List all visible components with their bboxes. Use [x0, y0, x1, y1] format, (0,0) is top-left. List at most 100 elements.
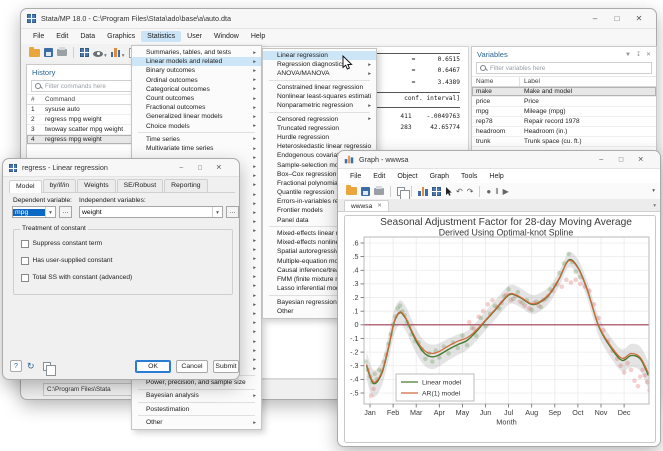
pointer-tool-icon[interactable]	[445, 187, 452, 196]
variable-row[interactable]: rep78Repair record 1978	[472, 117, 656, 127]
menu-item-linear-regression[interactable]: Linear regression	[263, 51, 376, 60]
save-icon[interactable]	[361, 187, 370, 196]
menu-item-fractional-outcomes[interactable]: Fractional outcomes▸	[132, 103, 261, 112]
menu-item-bayesian-analysis[interactable]: Bayesian analysis▸	[132, 391, 261, 400]
menu-item-summaries-tables-and-tests[interactable]: Summaries, tables, and tests▸	[132, 48, 261, 57]
menubar-item-help[interactable]: Help	[483, 171, 509, 182]
tab-overflow-icon[interactable]: ▾	[653, 203, 656, 209]
menu-item-anova-manova[interactable]: ANOVA/MANOVA▸	[263, 69, 376, 78]
maximize-icon[interactable]: □	[191, 164, 210, 172]
tab-weights[interactable]: Weights	[77, 179, 115, 192]
variable-row[interactable]: pricePrice	[472, 97, 656, 107]
menubar-item-graph[interactable]: Graph	[424, 171, 455, 182]
total-ss-checkbox[interactable]: Total SS with constant (advanced)	[21, 274, 132, 282]
menubar-item-data[interactable]: Data	[74, 31, 101, 42]
save-icon[interactable]	[44, 48, 53, 57]
menubar-item-edit[interactable]: Edit	[50, 31, 74, 42]
suppress-constant-checkbox[interactable]: Suppress constant term	[21, 240, 102, 248]
copy-icon[interactable]	[43, 362, 51, 371]
tab-close-icon[interactable]: ✕	[377, 203, 382, 209]
maximize-icon[interactable]: □	[611, 155, 631, 163]
tab-reporting[interactable]: Reporting	[164, 179, 207, 192]
print-icon[interactable]	[57, 49, 67, 56]
graph-bars-icon[interactable]	[418, 187, 428, 196]
minimize-icon[interactable]: –	[584, 14, 606, 23]
minimize-icon[interactable]: –	[172, 164, 191, 172]
menu-item-postestimation[interactable]: Postestimation	[132, 405, 261, 414]
menu-item-constrained-linear-regression[interactable]: Constrained linear regression	[263, 83, 376, 92]
menu-item-multivariate-time-series[interactable]: Multivariate time series▸	[132, 144, 261, 153]
menu-item-categorical-outcomes[interactable]: Categorical outcomes▸	[132, 85, 261, 94]
data-editor-icon[interactable]	[80, 48, 89, 57]
tab-se-robust[interactable]: SE/Robust	[117, 179, 164, 192]
play-icon[interactable]: ▶	[503, 187, 509, 196]
minimize-icon[interactable]: –	[591, 155, 611, 163]
menu-item-nonparametric-regression[interactable]: Nonparametric regression▸	[263, 101, 376, 110]
filter-funnel-icon[interactable]: ▼	[625, 52, 631, 58]
menu-item-censored-regression[interactable]: Censored regression▸	[263, 115, 376, 124]
menubar-item-user[interactable]: User	[181, 31, 208, 42]
cancel-button[interactable]: Cancel	[176, 360, 208, 373]
print-icon[interactable]	[374, 188, 384, 195]
menu-item-binary-outcomes[interactable]: Binary outcomes▸	[132, 66, 261, 75]
variable-row[interactable]: mpgMileage (mpg)	[472, 107, 656, 117]
tab-by-if-in[interactable]: by/if/in	[43, 179, 77, 192]
graph-button[interactable]: ▾	[111, 44, 125, 62]
menu-item-linear-models-and-related[interactable]: Linear models and related▸	[132, 57, 261, 66]
menubar-item-file[interactable]: File	[344, 171, 367, 182]
menu-item-count-outcomes[interactable]: Count outcomes▸	[132, 94, 261, 103]
tab-wwwsa[interactable]: wwwsa ✕	[344, 200, 389, 211]
copy-icon[interactable]	[397, 187, 405, 196]
menubar-item-tools[interactable]: Tools	[455, 171, 483, 182]
panel-close-icon[interactable]: ✕	[646, 51, 651, 58]
maximize-icon[interactable]: □	[606, 14, 628, 23]
close-icon[interactable]: ✕	[628, 14, 650, 23]
independent-variables-picker-button[interactable]: …	[226, 206, 239, 218]
open-icon[interactable]	[29, 49, 40, 57]
record-icon[interactable]: ●	[486, 187, 491, 196]
graph-title-bar[interactable]: Graph - wwwsa – □ ✕	[338, 151, 660, 169]
menu-item-hurdle-regression[interactable]: Hurdle regression	[263, 133, 376, 142]
menu-item-ordinal-outcomes[interactable]: Ordinal outcomes▸	[132, 76, 261, 85]
variable-row[interactable]: makeMake and model	[472, 87, 656, 97]
grid-edit-icon[interactable]	[432, 187, 441, 196]
close-icon[interactable]: ✕	[631, 155, 651, 163]
undo-icon[interactable]: ↶	[456, 187, 463, 196]
menu-item-time-series[interactable]: Time series▸	[132, 135, 261, 144]
open-icon[interactable]	[346, 187, 357, 195]
menu-item-nonlinear-least-squares-estimation[interactable]: Nonlinear least-squares estimation	[263, 92, 376, 101]
pin-icon[interactable]: ↧	[636, 51, 641, 58]
menu-item-regression-diagnostics[interactable]: Regression diagnostics▸	[263, 60, 376, 69]
menubar-item-file[interactable]: File	[27, 31, 50, 42]
menu-item-generalized-linear-models[interactable]: Generalized linear models▸	[132, 112, 261, 121]
help-button[interactable]: ?	[10, 360, 22, 372]
ok-button[interactable]: OK	[135, 360, 171, 373]
main-title-bar[interactable]: Stata/MP 18.0 - C:\Program Files\Stata\a…	[21, 9, 656, 29]
tab-model[interactable]: Model	[9, 180, 42, 193]
menu-item-other[interactable]: Other▸	[132, 418, 261, 427]
pause-icon[interactable]: ‖	[495, 187, 498, 196]
dependent-variable-combobox[interactable]: mpg ▾	[12, 206, 56, 218]
menubar-item-statistics[interactable]: Statistics	[141, 31, 181, 42]
menubar-item-edit[interactable]: Edit	[367, 171, 391, 182]
redo-icon[interactable]: ↷	[467, 187, 474, 196]
menubar-item-window[interactable]: Window	[208, 31, 245, 42]
menu-item-truncated-regression[interactable]: Truncated regression	[263, 124, 376, 133]
toolbar-overflow-icon[interactable]: ▾	[652, 188, 655, 194]
dialog-title-bar[interactable]: regress - Linear regression – □ ✕	[3, 159, 239, 177]
reset-icon[interactable]: ↻	[27, 361, 35, 372]
variables-column-headers[interactable]: Name Label	[472, 76, 656, 87]
variable-row[interactable]: headroomHeadroom (in.)	[472, 127, 656, 137]
data-browse-button[interactable]: ▾	[93, 44, 107, 62]
dependent-variable-picker-button[interactable]: …	[59, 206, 72, 218]
user-supplied-constant-checkbox[interactable]: Has user-supplied constant	[21, 257, 112, 265]
menu-item-choice-models[interactable]: Choice models▸	[132, 122, 261, 131]
menubar-item-help[interactable]: Help	[245, 31, 271, 42]
close-icon[interactable]: ✕	[209, 164, 228, 172]
submit-button[interactable]: Submit	[213, 360, 239, 373]
independent-variables-combobox[interactable]: weight ▾	[79, 206, 223, 218]
menubar-item-object[interactable]: Object	[391, 171, 423, 182]
variables-filter-input[interactable]: Filter variables here	[476, 62, 652, 74]
variable-row[interactable]: trunkTrunk space (cu. ft.)	[472, 137, 656, 147]
menubar-item-graphics[interactable]: Graphics	[101, 31, 141, 42]
